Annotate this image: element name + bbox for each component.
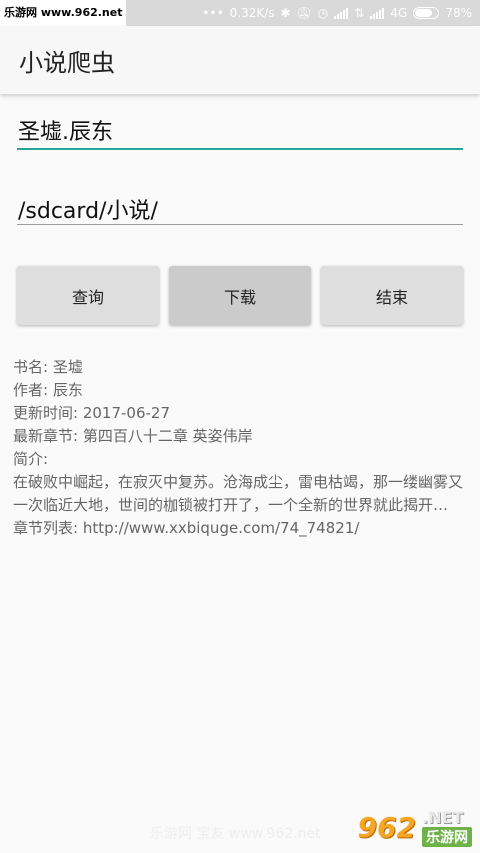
status-bar: 乐游网 www.962.net ••• 0.32K/s ✱ 🔕︎ ◷ ⇅ 4G … [0,0,480,26]
app-title: 小说爬虫 [19,48,115,77]
path-input-underline [17,224,463,225]
bluetooth-icon: ✱ [280,6,291,20]
signal-icon-2 [370,7,385,19]
alarm-icon: ◷ [317,6,329,20]
download-button[interactable]: 下载 [169,266,311,325]
book-input-value[interactable]: 圣墟.辰东 [17,114,463,146]
path-input[interactable]: /sdcard/小说/ [17,193,463,225]
book-input[interactable]: 圣墟.辰东 [17,114,463,150]
query-button[interactable]: 查询 [17,266,159,325]
watermark-tag: 乐游网 www.962.net [0,0,127,26]
end-button[interactable]: 结束 [321,266,463,325]
status-icons: ••• 0.32K/s ✱ 🔕︎ ◷ ⇅ 4G 78% [202,6,472,20]
chapter-list: 章节列表: http://www.xxbiquge.com/74_74821/ [13,519,360,537]
signal-icon [334,7,349,19]
mute-icon: 🔕︎ [296,6,312,20]
update-time: 更新时间: 2017-06-27 [13,404,170,422]
book-info: 书名: 圣墟 作者: 辰东 更新时间: 2017-06-27 最新章节: 第四百… [13,356,468,540]
book-input-underline [17,148,463,150]
watermark-ghost-text: 乐游网 宝友 www.962.net [150,826,321,842]
app-bar: 小说爬虫 [0,26,480,94]
network-type: 4G [390,6,408,20]
book-author: 作者: 辰东 [13,381,83,399]
watermark-net: .NET [422,808,464,827]
watermark-962: 962 [357,811,416,844]
path-input-value[interactable]: /sdcard/小说/ [17,193,463,225]
data-icon: ⇅ [354,6,365,20]
network-speed: 0.32K/s [229,6,275,20]
book-name: 书名: 圣墟 [13,358,83,376]
battery-percent: 78% [445,6,472,20]
battery-icon [413,7,440,19]
latest-chapter: 最新章节: 第四百八十二章 英姿伟岸 [13,427,253,445]
intro-text: 在破败中崛起，在寂灭中复苏。沧海成尘，雷电枯竭，那一缕幽雾又一次临近大地，世间的… [13,473,464,514]
dots-icon: ••• [202,6,224,20]
watermark-right: .NET 乐游网 [422,808,472,847]
intro-label: 简介: [13,450,49,468]
watermark-logo: 962 .NET 乐游网 [358,808,472,847]
watermark-cn: 乐游网 [422,827,472,847]
